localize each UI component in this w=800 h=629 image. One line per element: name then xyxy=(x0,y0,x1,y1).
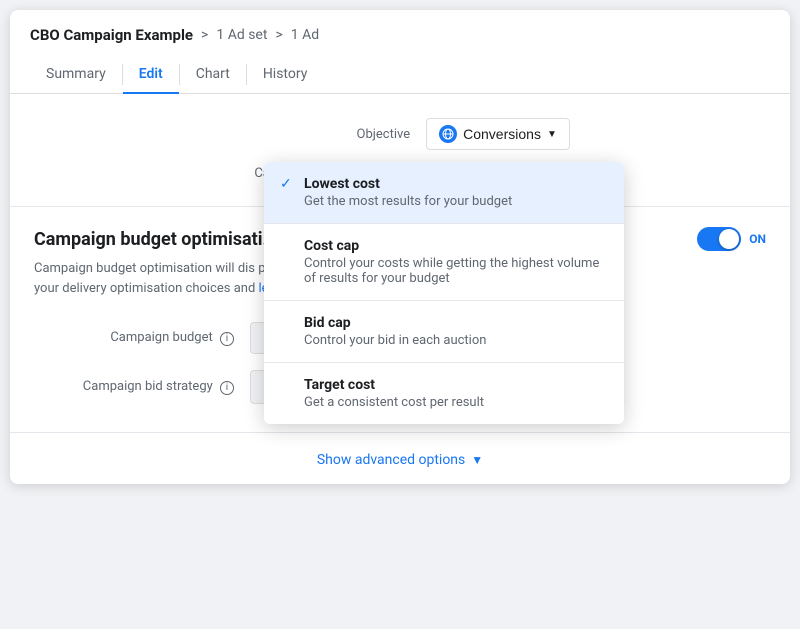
bid-strategy-row: Campaign bid strategy i Lowest cost ▼ ✓ xyxy=(34,362,766,412)
objective-dropdown[interactable]: Conversions ▼ xyxy=(426,118,570,150)
dropdown-item-lowest-cost[interactable]: ✓ Lowest cost Get the most results for y… xyxy=(264,162,624,224)
advanced-options-link[interactable]: Show advanced options ▼ xyxy=(317,452,483,468)
breadcrumb-sep2: > xyxy=(275,27,282,43)
dropdown-item-title-4: Target cost xyxy=(304,377,375,393)
tab-edit[interactable]: Edit xyxy=(123,56,179,94)
breadcrumb-adset: 1 Ad set xyxy=(216,27,267,43)
content: Objective Conversions ▼ xyxy=(10,94,790,484)
objective-row: Objective Conversions ▼ xyxy=(34,110,766,158)
window-header: CBO Campaign Example > 1 Ad set > 1 Ad S… xyxy=(10,10,790,94)
dropdown-item-desc-3: Control your bid in each auction xyxy=(280,333,608,348)
bid-strategy-dropdown-menu: ✓ Lowest cost Get the most results for y… xyxy=(264,162,624,424)
bid-strategy-label: Campaign bid strategy i xyxy=(34,379,234,395)
campaign-budget-toggle[interactable] xyxy=(697,227,741,251)
toggle-label: ON xyxy=(749,232,766,246)
dropdown-item-header-4: ✓ Target cost xyxy=(280,377,608,393)
tab-chart[interactable]: Chart xyxy=(180,56,246,94)
advanced-chevron-icon: ▼ xyxy=(471,453,483,467)
tab-summary[interactable]: Summary xyxy=(30,56,122,94)
campaign-fields: Campaign budget i Campaign bid strategy … xyxy=(34,314,766,412)
breadcrumb-sep1: > xyxy=(201,27,208,43)
objective-value-text: Conversions xyxy=(463,126,541,142)
toggle-container: ON xyxy=(697,227,766,251)
advanced-options-section: Show advanced options ▼ xyxy=(10,433,790,484)
dropdown-item-header-2: ✓ Cost cap xyxy=(280,238,608,254)
dropdown-item-bid-cap[interactable]: ✓ Bid cap Control your bid in each aucti… xyxy=(264,301,624,363)
dropdown-item-title-3: Bid cap xyxy=(304,315,351,331)
main-window: CBO Campaign Example > 1 Ad set > 1 Ad S… xyxy=(10,10,790,484)
objective-value: Conversions ▼ xyxy=(426,118,570,150)
dropdown-item-desc-1: Get the most results for your budget xyxy=(280,194,608,209)
dropdown-item-cost-cap[interactable]: ✓ Cost cap Control your costs while gett… xyxy=(264,224,624,301)
dropdown-item-desc-4: Get a consistent cost per result xyxy=(280,395,608,410)
checkmark-icon: ✓ xyxy=(280,176,296,192)
breadcrumb: CBO Campaign Example > 1 Ad set > 1 Ad xyxy=(30,26,770,44)
campaign-budget-section: Campaign budget optimisati... ON Campaig… xyxy=(10,207,790,432)
breadcrumb-main: CBO Campaign Example xyxy=(30,26,193,44)
globe-icon xyxy=(439,125,457,143)
dropdown-item-title-2: Cost cap xyxy=(304,238,359,254)
budget-label: Campaign budget i xyxy=(34,330,234,346)
breadcrumb-ad: 1 Ad xyxy=(291,27,319,43)
objective-label: Objective xyxy=(230,127,410,142)
dropdown-item-header-1: ✓ Lowest cost xyxy=(280,176,608,192)
section-title: Campaign budget optimisati... xyxy=(34,229,278,250)
budget-info-icon[interactable]: i xyxy=(220,332,234,346)
dropdown-item-target-cost[interactable]: ✓ Target cost Get a consistent cost per … xyxy=(264,363,624,424)
dropdown-item-title-1: Lowest cost xyxy=(304,176,380,192)
tab-bar: Summary Edit Chart History xyxy=(30,56,770,93)
objective-chevron: ▼ xyxy=(547,129,557,140)
bid-strategy-info-icon[interactable]: i xyxy=(220,381,234,395)
tab-history[interactable]: History xyxy=(247,56,324,94)
dropdown-item-header-3: ✓ Bid cap xyxy=(280,315,608,331)
dropdown-item-desc-2: Control your costs while getting the hig… xyxy=(280,256,608,286)
